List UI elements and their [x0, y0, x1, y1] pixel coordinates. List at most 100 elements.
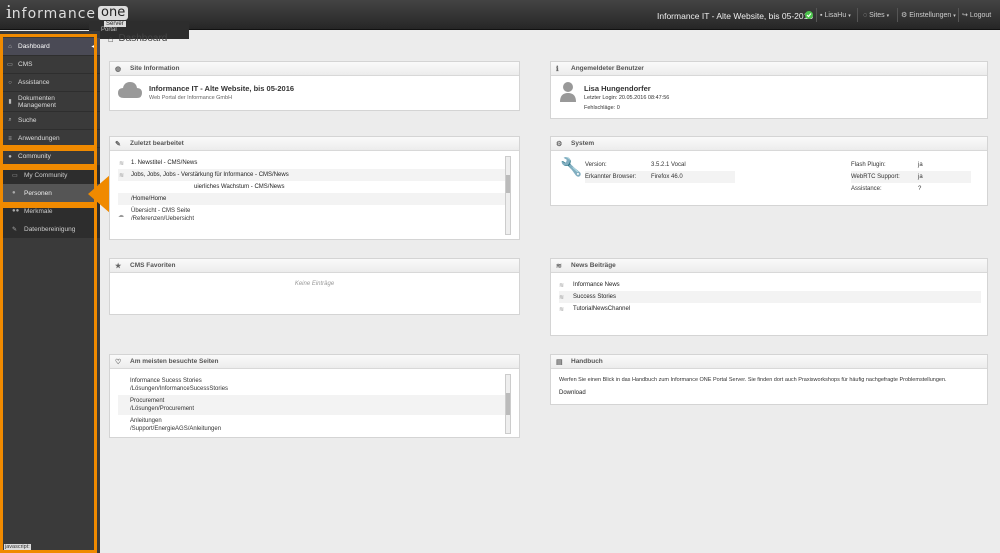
list-item[interactable]: ≋ 1. Newstitel - CMS/News [118, 157, 506, 169]
list-item-path: /Referenzen/Uebersicht [131, 216, 195, 222]
user-name: LisaHu [824, 12, 847, 19]
user-full-name: Lisa Hungendorfer [584, 84, 651, 93]
panel-title: News Beiträge [571, 262, 616, 269]
highlight-box-submenu [0, 167, 97, 205]
system-value: Firefox 46.0 [651, 174, 683, 180]
list-item[interactable]: ≋ TutorialNewsChannel [559, 303, 981, 315]
login-failures: Fehlschläge: 0 [584, 105, 620, 111]
panel-header: ◍ Site Information [110, 62, 519, 76]
rss-icon: ≋ [119, 160, 125, 167]
panel-title: Handbuch [571, 358, 603, 365]
list-item-path: /Support/EnergieAGS/Anleitungen [130, 426, 222, 432]
panel-title: Angemeldeter Benutzer [571, 65, 644, 72]
highlight-box-sidebar-bottom [0, 205, 97, 553]
user-panel: ℹ Angemeldeter Benutzer Lisa Hungendorfe… [550, 61, 988, 119]
list-item[interactable]: Procurement /Lösungen/Procurement [118, 395, 506, 415]
system-label: WebRTC Support: [851, 174, 900, 180]
system-row: Flash Plugin: ja [851, 159, 971, 171]
list-item-label: uierliches Wachstum - CMS/News [194, 184, 285, 190]
panel-header: ▤ Handbuch [551, 355, 987, 369]
cloud-icon: ☁ [118, 213, 124, 219]
system-value: ja [918, 174, 923, 180]
logo[interactable]: i nformance one Portal Server [6, 4, 189, 39]
list-item-label: Jobs, Jobs, Jobs - Verstärkung für Infor… [131, 172, 289, 178]
system-label: Version: [585, 162, 607, 168]
chevron-down-icon: ▾ [886, 13, 890, 19]
scrollbar-thumb[interactable] [506, 175, 510, 193]
favorites-panel: ★ CMS Favoriten Keine Einträge [109, 258, 520, 315]
list-item-path: /Lösungen/InformanceSucessStories [130, 386, 229, 392]
page-title: ⌂ Dashboard [108, 33, 167, 44]
sites-menu[interactable]: ◌ Sites ▾ [863, 11, 889, 21]
chevron-down-icon: ▾ [848, 13, 851, 19]
panel-title: Am meisten besuchte Seiten [130, 358, 219, 365]
settings-menu[interactable]: ⚙ Einstellungen ▾ [901, 11, 956, 21]
scrollbar[interactable] [505, 374, 511, 434]
system-label: Erkannter Browser: [585, 174, 637, 180]
divider [897, 8, 898, 22]
panel-title: Zuletzt bearbeitet [130, 140, 184, 147]
rss-icon: ≋ [559, 306, 565, 313]
logo-server: Server [104, 21, 126, 27]
status-ok-icon [805, 11, 813, 21]
globe-icon: ◍ [115, 65, 122, 73]
edit-icon: ✎ [115, 140, 121, 148]
list-item-label: /Home/Home [131, 196, 167, 202]
gear-icon: ⚙ [901, 12, 908, 19]
home-icon: ⌂ [108, 33, 114, 44]
top-bar: i nformance one Portal Server Informance… [0, 0, 1000, 39]
system-value: ja [918, 162, 923, 168]
user-menu[interactable]: ▪ LisaHu ▾ [820, 11, 851, 21]
panel-title: CMS Favoriten [130, 262, 176, 269]
system-row: Assistance: ? [851, 183, 971, 195]
rss-icon: ≋ [556, 262, 562, 270]
sites-icon: ◌ [863, 12, 868, 19]
panel-header: ✎ Zuletzt bearbeitet [110, 137, 519, 151]
rss-icon: ≋ [559, 282, 565, 289]
status-link-text: javascript: [4, 544, 31, 550]
news-panel: ≋ News Beiträge ≋ Informance News ≋ Succ… [550, 258, 988, 336]
system-info-right: Flash Plugin: ja WebRTC Support: ja Assi… [851, 159, 971, 195]
logout-link[interactable]: ↪ Logout [962, 11, 991, 21]
list-item[interactable]: ≋ Informance News [559, 279, 981, 291]
list-item-label: TutorialNewsChannel [573, 306, 631, 312]
rss-icon: ≋ [559, 294, 565, 301]
download-link[interactable]: Download [559, 390, 586, 396]
scrollbar[interactable] [505, 156, 511, 235]
list-item[interactable]: /Home/Home [118, 193, 506, 205]
wrench-icon: 🔧 [560, 157, 583, 177]
user-icon: ▪ [820, 12, 823, 19]
panel-title: Site Information [130, 65, 180, 72]
star-icon: ★ [115, 262, 122, 270]
logo-one: one [98, 6, 129, 20]
panel-header: ℹ Angemeldeter Benutzer [551, 62, 987, 76]
info-icon: ℹ [556, 65, 559, 73]
site-info-panel: ◍ Site Information Informance IT - Alte … [109, 61, 520, 111]
rss-icon: ≋ [119, 172, 125, 179]
list-item[interactable]: Anleitungen /Support/EnergieAGS/Anleitun… [118, 415, 506, 435]
page-title-text: Dashboard [118, 33, 168, 44]
system-row: Erkannter Browser: Firefox 46.0 [585, 171, 735, 183]
list-item-label: Success Stories [573, 294, 617, 300]
list-item[interactable]: ≋ Jobs, Jobs, Jobs - Verstärkung für Inf… [118, 169, 506, 181]
list-item[interactable]: uierliches Wachstum - CMS/News [118, 181, 506, 193]
list-item[interactable]: Informance Sucess Stories /Lösungen/Info… [118, 375, 506, 395]
empty-message: Keine Einträge [294, 281, 335, 287]
highlight-box-community [0, 148, 97, 167]
list-item[interactable]: ≋ Success Stories [559, 291, 981, 303]
chevron-down-icon: ▾ [953, 13, 956, 19]
system-row: WebRTC Support: ja [851, 171, 971, 183]
last-login: Letzter Login: 20.05.2016 08:47:56 [584, 95, 670, 101]
panel-header: ★ CMS Favoriten [110, 259, 519, 273]
user-avatar-icon [560, 82, 576, 104]
panel-header: ⚙ System [551, 137, 987, 151]
scrollbar-thumb[interactable] [506, 393, 510, 415]
cloud-icon [118, 82, 142, 100]
panel-title: System [571, 140, 595, 147]
divider [816, 8, 817, 22]
list-item[interactable]: ☁ Übersicht - CMS Seite /Referenzen/Uebe… [118, 205, 506, 225]
book-icon: ▤ [556, 358, 563, 366]
gear-icon: ⚙ [556, 140, 563, 148]
sites-label: Sites [869, 12, 885, 19]
recent-panel: ✎ Zuletzt bearbeitet ≋ 1. Newstitel - CM… [109, 136, 520, 240]
